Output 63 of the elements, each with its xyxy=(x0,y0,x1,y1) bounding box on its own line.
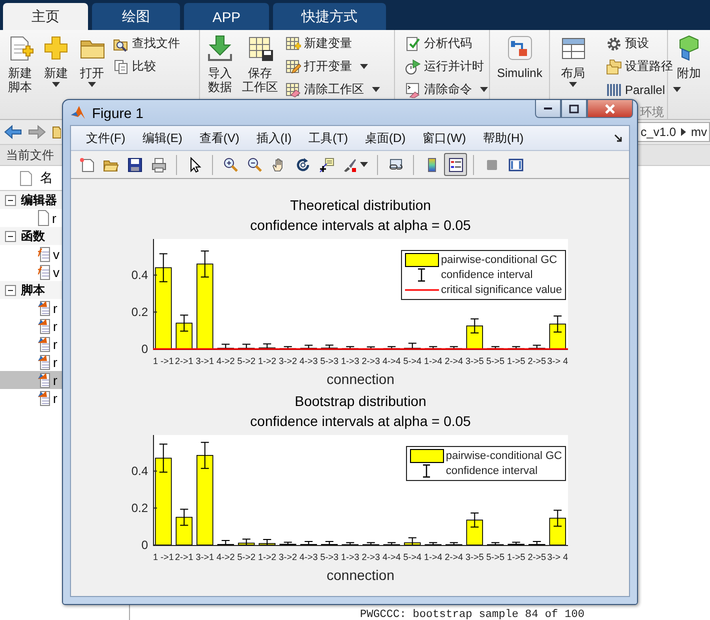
x-axis-label: connection xyxy=(326,370,394,389)
legend-label: pairwise-conditional GC xyxy=(440,253,558,267)
section-label: 环境 xyxy=(640,105,664,119)
x-tick-label: 3->2 xyxy=(278,355,298,368)
x-tick-label: 5->4 xyxy=(402,355,422,368)
window-title: Figure 1 xyxy=(92,104,144,120)
y-tick-label: 0.2 xyxy=(131,305,148,320)
y-tick-label: 0.4 xyxy=(131,268,148,282)
x-tick-label: 2->3 xyxy=(360,551,381,564)
x-tick-label: 3->2 xyxy=(278,551,298,564)
x-tick-label: 1->4 xyxy=(422,551,444,564)
x-tick-label: 1->2 xyxy=(256,551,278,564)
y-tick-label: 0.4 xyxy=(131,464,148,478)
legend-label: pairwise-conditional GC xyxy=(446,449,562,463)
y-tick-label: 0 xyxy=(141,538,148,551)
x-tick-label: 1 ->1 xyxy=(153,551,174,564)
x-tick-label: 2->1 xyxy=(174,551,194,564)
x-tick-label: 3->5 xyxy=(464,551,485,564)
x-tick-label: 2->1 xyxy=(174,355,194,368)
x-tick-label: 4->4 xyxy=(381,551,402,564)
x-tick-label: 2->4 xyxy=(444,551,464,564)
x-tick-label: 4->3 xyxy=(298,551,319,564)
x-tick-label: 2->4 xyxy=(444,355,464,368)
x-tick-label: 1->2 xyxy=(256,355,278,368)
legend-label: critical significance value xyxy=(440,283,562,297)
x-tick-label: 3->1 xyxy=(194,355,215,368)
chart-title: Theoretical distribution xyxy=(290,196,431,215)
x-tick-label: 1->5 xyxy=(506,551,526,564)
x-tick-label: 2->5 xyxy=(526,551,547,564)
x-tick-label: 4->3 xyxy=(298,355,319,368)
x-tick-label: 1->3 xyxy=(340,355,360,368)
x-tick-label: 5->2 xyxy=(236,551,256,564)
x-axis-label: connection xyxy=(326,566,394,585)
x-tick-label: 4->2 xyxy=(215,355,236,368)
x-tick-label: 3->5 xyxy=(464,355,485,368)
x-tick-label: 1->3 xyxy=(340,551,360,564)
x-tick-label: 3-> 4 xyxy=(547,551,568,564)
y-tick-label: 0.2 xyxy=(131,501,148,516)
x-tick-label: 3->1 xyxy=(194,551,215,564)
x-tick-label: 5->5 xyxy=(485,355,506,368)
legend-label: confidence interval xyxy=(440,268,533,282)
x-tick-label: 3-> 4 xyxy=(547,355,568,368)
legend-label: confidence interval xyxy=(446,464,538,478)
x-tick-label: 1 ->1 xyxy=(153,355,174,368)
console-output: PWGCCC: bootstrap sample 84 of 100 xyxy=(360,609,584,620)
x-tick-label: 5->3 xyxy=(319,551,340,564)
tree-group-label: 编辑器 xyxy=(21,192,57,208)
chart-title: Bootstrap distribution xyxy=(294,392,426,411)
chart-subtitle: confidence intervals at alpha = 0.05 xyxy=(250,412,471,431)
x-tick-label: 5->4 xyxy=(402,551,422,564)
tree-group-label: 函数 xyxy=(21,228,45,244)
tree-group-label: 脚本 xyxy=(21,282,45,298)
x-tick-label: 2->5 xyxy=(526,355,547,368)
x-tick-label: 2->3 xyxy=(360,355,381,368)
chart-subtitle: confidence intervals at alpha = 0.05 xyxy=(250,216,471,235)
x-tick-label: 5->2 xyxy=(236,355,256,368)
x-tick-label: 4->4 xyxy=(381,355,402,368)
x-tick-label: 1->4 xyxy=(422,355,444,368)
x-tick-label: 5->3 xyxy=(319,355,340,368)
x-tick-label: 5->5 xyxy=(485,551,506,564)
x-tick-label: 4->2 xyxy=(215,551,236,564)
x-tick-label: 1->5 xyxy=(506,355,526,368)
y-tick-label: 0 xyxy=(141,342,148,355)
